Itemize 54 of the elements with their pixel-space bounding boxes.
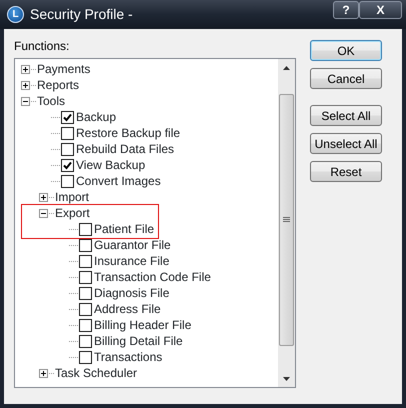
checkbox[interactable]	[79, 318, 92, 332]
checkbox[interactable]	[79, 222, 92, 236]
tree-item[interactable]: Rebuild Data Files	[76, 140, 174, 158]
checkbox[interactable]	[79, 254, 92, 268]
dialog-button[interactable]: Unselect All	[310, 133, 382, 154]
tree-item[interactable]: Transaction Code File	[94, 268, 211, 286]
expand-icon[interactable]	[21, 80, 30, 90]
tree-item[interactable]: Payments	[37, 60, 90, 78]
tree-item[interactable]: Restore Backup file	[76, 124, 180, 142]
scroll-up-icon[interactable]	[283, 66, 290, 70]
tree-item[interactable]: Tools	[37, 92, 66, 110]
checkbox[interactable]	[61, 142, 74, 156]
checkbox[interactable]	[61, 110, 74, 124]
app-icon: L	[7, 6, 24, 23]
collapse-icon[interactable]	[39, 208, 48, 218]
tree-item[interactable]: View Backup	[76, 156, 146, 174]
checkbox[interactable]	[79, 238, 92, 252]
window-title: Security Profile -	[30, 5, 134, 24]
tree-item[interactable]: Patient File	[94, 220, 154, 238]
tree-item[interactable]: Task Scheduler	[55, 364, 138, 382]
tree-item[interactable]: Insurance File	[94, 252, 170, 270]
functions-label: Functions:	[14, 38, 70, 55]
tree-item[interactable]: Import	[55, 188, 90, 206]
dialog-button[interactable]: OK	[310, 40, 382, 61]
checkbox[interactable]	[61, 174, 74, 188]
tree-item[interactable]: Address File	[94, 300, 161, 318]
checkbox[interactable]	[79, 334, 92, 348]
dialog-button[interactable]: Reset	[310, 161, 382, 182]
expand-icon[interactable]	[39, 368, 48, 378]
tree-item[interactable]: Billing Header File	[94, 316, 192, 334]
checkbox[interactable]	[79, 350, 92, 364]
collapse-icon[interactable]	[21, 96, 30, 106]
tree-item[interactable]: Export	[55, 204, 90, 222]
close-button[interactable]: X	[359, 0, 402, 18]
tree-item[interactable]: Convert Images	[76, 172, 161, 190]
scrollbar[interactable]	[278, 59, 295, 387]
tree-item[interactable]: Backup	[76, 108, 116, 126]
tree-item[interactable]: Diagnosis File	[94, 284, 170, 302]
tree-item[interactable]: Reports	[37, 76, 80, 94]
tree-item[interactable]: Guarantor File	[94, 236, 171, 254]
checkbox[interactable]	[61, 126, 74, 140]
help-button[interactable]: ?	[333, 0, 359, 18]
checkbox[interactable]	[61, 158, 74, 172]
scroll-down-icon[interactable]	[283, 376, 290, 380]
tree-item[interactable]: Billing Detail File	[94, 332, 183, 350]
checkbox[interactable]	[79, 302, 92, 316]
expand-icon[interactable]	[39, 192, 48, 202]
dialog-button[interactable]: Cancel	[310, 68, 382, 89]
expand-icon[interactable]	[21, 64, 30, 74]
scroll-thumb[interactable]	[279, 94, 294, 346]
checkbox[interactable]	[79, 270, 92, 284]
checkbox[interactable]	[79, 286, 92, 300]
dialog-button[interactable]: Select All	[310, 105, 382, 126]
tree-item[interactable]: Transactions	[94, 348, 162, 366]
